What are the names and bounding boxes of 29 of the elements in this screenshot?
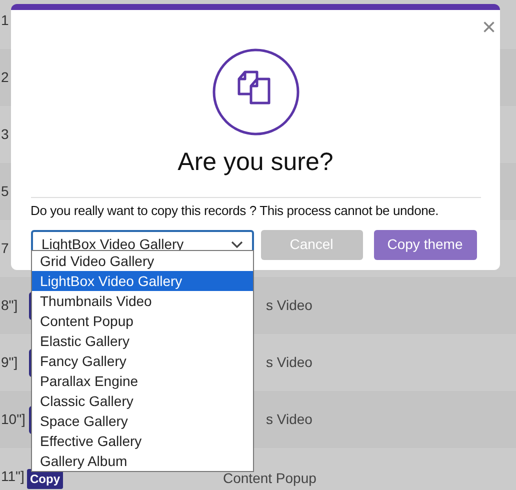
dropdown-option[interactable]: Elastic Gallery [32, 331, 253, 351]
copy-theme-button[interactable]: Copy theme [374, 230, 476, 260]
row-index: 7 [1, 239, 10, 258]
dropdown-option[interactable]: Parallax Engine [32, 371, 253, 391]
dropdown-option[interactable]: LightBox Video Gallery [32, 271, 253, 291]
dropdown-option[interactable]: Gallery Album [32, 451, 253, 471]
row-index: 10"] [1, 410, 26, 429]
row-index: 9"] [1, 353, 19, 372]
theme-name: s Video [266, 296, 312, 315]
row-index: 11"] [1, 467, 26, 486]
dropdown-option[interactable]: Thumbnails Video [32, 291, 253, 311]
row-index: 5 [1, 182, 10, 201]
row-index: 3 [1, 125, 10, 144]
theme-name: s Video [266, 410, 312, 429]
row-index: 1 [1, 11, 10, 30]
dropdown-option[interactable]: Fancy Gallery [32, 351, 253, 371]
theme-name: s Video [266, 353, 312, 372]
dialog-message: Do you really want to copy this records ? This process cannot be undone. [30, 202, 440, 220]
theme-name: Content Popup [223, 469, 316, 488]
row-index: 2 [1, 68, 10, 87]
dialog-title: Are you sure? [178, 150, 334, 175]
copy-icon [212, 48, 300, 136]
close-button[interactable]: × [482, 16, 496, 40]
dropdown-option[interactable]: Effective Gallery [32, 431, 253, 451]
dropdown-option[interactable]: Space Gallery [32, 411, 253, 431]
chevron-down-icon [230, 240, 242, 248]
dropdown-option[interactable]: Classic Gallery [32, 391, 253, 411]
dropdown-option[interactable]: Content Popup [32, 311, 253, 331]
row-index: 8"] [1, 296, 19, 315]
